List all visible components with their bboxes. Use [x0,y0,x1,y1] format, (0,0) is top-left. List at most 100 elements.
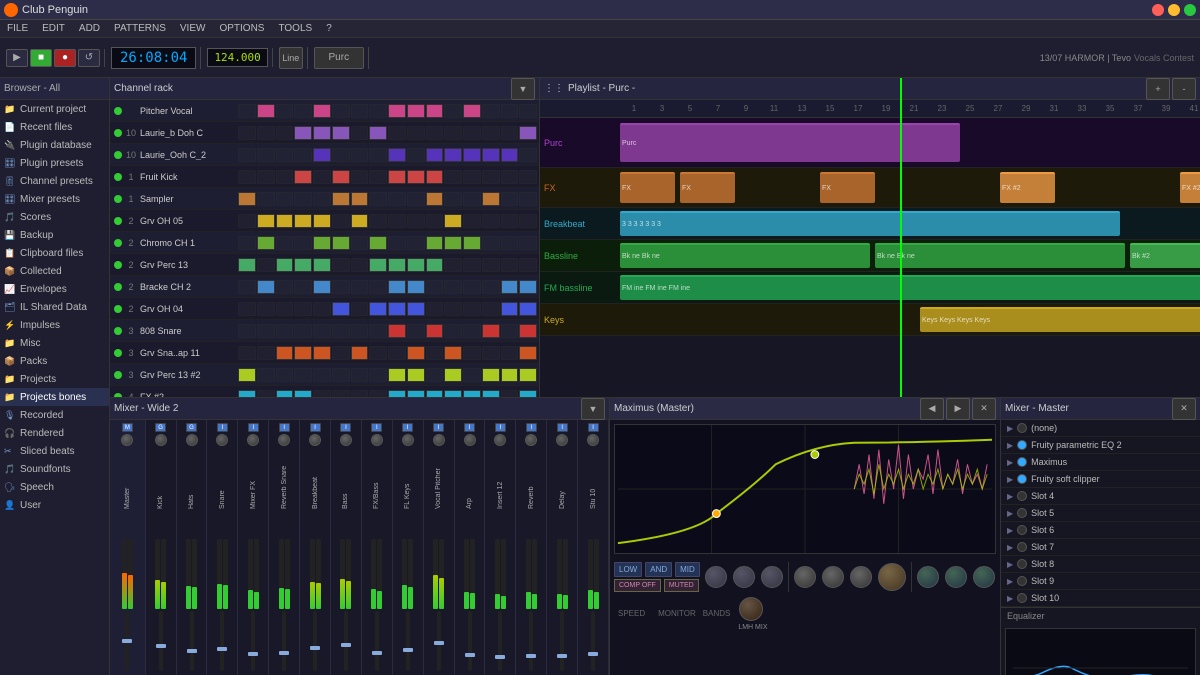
ch-pad[interactable] [369,126,387,140]
ch-pad[interactable] [351,324,369,338]
ch-pad[interactable] [294,148,312,162]
sidebar-item-speech[interactable]: 🗣Speech [0,478,109,496]
ch-pad[interactable] [519,302,537,316]
loop-button[interactable]: ↺ [78,49,100,67]
env-knob[interactable] [822,566,844,588]
ch-pad[interactable] [501,126,519,140]
ch-pad[interactable] [388,104,406,118]
ch-pad[interactable] [463,104,481,118]
fx-item[interactable]: ▶ Slot 8 [1001,556,1200,573]
ch-pad[interactable] [351,302,369,316]
gain-knob[interactable] [733,566,755,588]
ch-pad[interactable] [501,324,519,338]
mixer-channel-btn[interactable]: I [340,423,351,432]
fx-item[interactable]: ▶ Slot 4 [1001,488,1200,505]
ch-pad[interactable] [407,104,425,118]
ch-pad[interactable] [388,214,406,228]
channel-rack-scroll[interactable]: Pitcher Vocal 10 Laurie_b Doh C 10 Lauri… [110,100,539,397]
ch-pad[interactable] [463,170,481,184]
ch-pad[interactable] [294,192,312,206]
ch-pad[interactable] [369,368,387,382]
ch-pad[interactable] [407,346,425,360]
ch-pad[interactable] [444,324,462,338]
ch-pad[interactable] [463,346,481,360]
mixer-fader[interactable] [344,611,348,671]
fx-toggle[interactable] [1017,423,1027,433]
ch-pad[interactable] [519,170,537,184]
ch-pad[interactable] [257,346,275,360]
ch-pad[interactable] [257,214,275,228]
ch-pad[interactable] [294,302,312,316]
sustain-knob[interactable] [878,563,906,591]
ch-pad[interactable] [238,104,256,118]
mixer-pan-knob[interactable] [155,434,167,446]
ch-pad[interactable] [519,104,537,118]
menu-item-tools[interactable]: TOOLS [275,23,315,34]
mixer-pan-knob[interactable] [556,434,568,446]
ch-pad[interactable] [332,236,350,250]
ch-led[interactable] [114,261,122,269]
mixer-pan-knob[interactable] [247,434,259,446]
ch-led[interactable] [114,151,122,159]
ch-pad[interactable] [257,236,275,250]
ch-pad[interactable] [238,368,256,382]
ch-pad[interactable] [463,214,481,228]
sidebar-item-current-project[interactable]: 📁Current project [0,100,109,118]
ch-pad[interactable] [426,302,444,316]
ch-pad[interactable] [519,324,537,338]
ch-pad[interactable] [407,324,425,338]
fx-toggle[interactable] [1017,576,1027,586]
ch-pad[interactable] [501,368,519,382]
ch-pad[interactable] [276,368,294,382]
ch-pad[interactable] [519,390,537,398]
playlist-block[interactable]: FX #2 [1000,172,1055,203]
ch-pad[interactable] [238,170,256,184]
ch-pad[interactable] [257,104,275,118]
mixer-pan-knob[interactable] [186,434,198,446]
ch-pad[interactable] [238,192,256,206]
mixer-fader[interactable] [498,611,502,671]
ch-pad[interactable] [463,368,481,382]
ch-pad[interactable] [351,148,369,162]
ch-pad[interactable] [369,324,387,338]
ch-pad[interactable] [294,236,312,250]
ch-pad[interactable] [276,104,294,118]
close-button[interactable] [1152,4,1164,16]
ch-pad[interactable] [482,170,500,184]
ch-led[interactable] [114,283,122,291]
sidebar-item-projects[interactable]: 📁Projects [0,370,109,388]
ch-pad[interactable] [482,192,500,206]
ch-pad[interactable] [351,214,369,228]
ch-pad[interactable] [257,280,275,294]
ch-pad[interactable] [369,280,387,294]
fx-toggle[interactable] [1017,593,1027,603]
bpm-display[interactable]: 124.000 [207,48,267,67]
ch-pad[interactable] [332,368,350,382]
ch-pad[interactable] [369,170,387,184]
sidebar-item-mixer-presets[interactable]: 🎛Mixer presets [0,190,109,208]
ch-pad[interactable] [482,126,500,140]
ch-pad[interactable] [388,302,406,316]
mixer-fader[interactable] [529,611,533,671]
ch-led[interactable] [114,371,122,379]
playlist-track-content[interactable]: Keys Keys Keys Keys [620,304,1200,335]
ch-pad[interactable] [276,236,294,250]
ch-pad[interactable] [501,280,519,294]
ch-pad[interactable] [351,280,369,294]
ch-pad[interactable] [351,258,369,272]
mixer-pan-knob[interactable] [587,434,599,446]
fx-item[interactable]: ▶ (none) [1001,420,1200,437]
menu-item-file[interactable]: FILE [4,23,31,34]
ch-pad[interactable] [388,170,406,184]
ch-pad[interactable] [482,214,500,228]
ch-pad[interactable] [313,170,331,184]
fx-item[interactable]: ▶ Slot 9 [1001,573,1200,590]
menu-item-?[interactable]: ? [323,23,335,34]
mixer-fader[interactable] [159,611,163,671]
ch-pad[interactable] [294,214,312,228]
ch-pad[interactable] [426,148,444,162]
mixer-pan-knob[interactable] [309,434,321,446]
ch-pad[interactable] [332,324,350,338]
sidebar-item-scores[interactable]: 🎵Scores [0,208,109,226]
mixer-fader[interactable] [125,611,129,671]
